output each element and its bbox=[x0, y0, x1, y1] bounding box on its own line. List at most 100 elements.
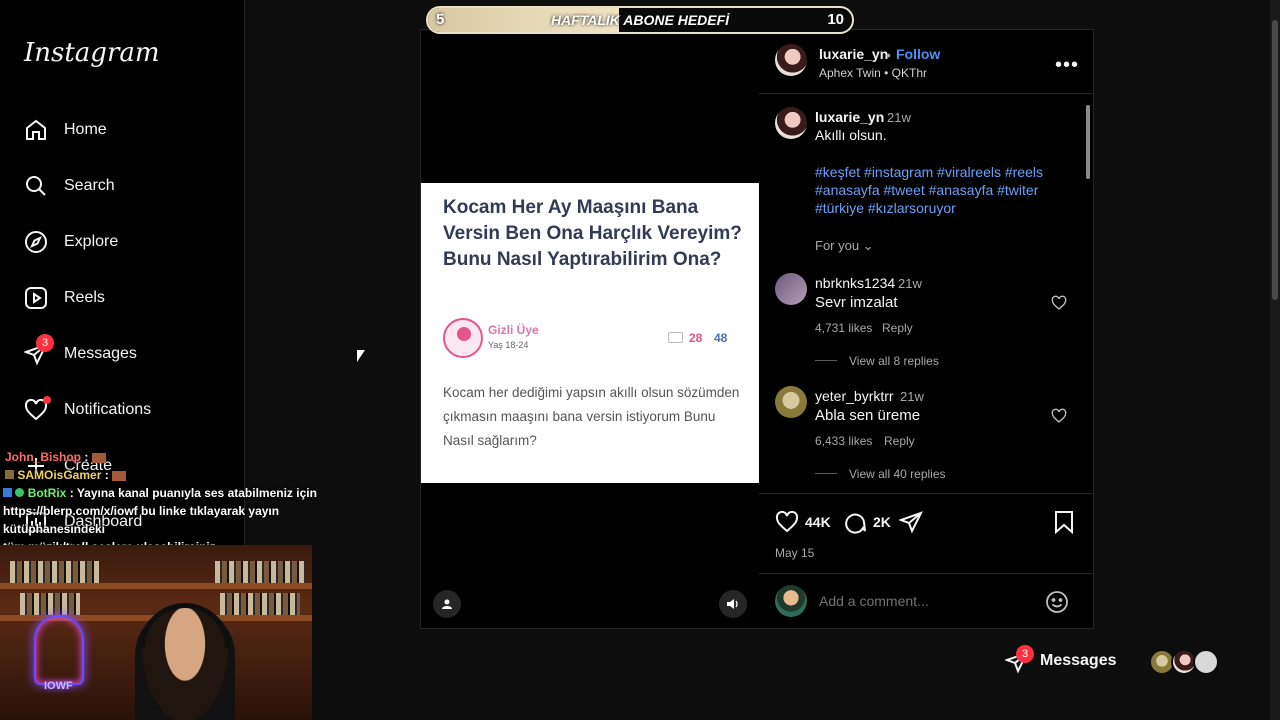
comment-likes[interactable]: 4,731 likes bbox=[815, 321, 872, 335]
post-side-panel: luxarie_yn • Follow Aphex Twin • QKThr •… bbox=[759, 30, 1093, 628]
comment-like-icon[interactable] bbox=[1051, 295, 1067, 311]
frame-body: Kocam her dediğimi yapsın akıllı olsun s… bbox=[443, 385, 740, 448]
my-avatar bbox=[775, 585, 807, 617]
chat-message: : bbox=[84, 450, 89, 464]
view-replies-button[interactable]: View all 8 replies bbox=[849, 354, 939, 368]
emoji-icon[interactable] bbox=[1045, 590, 1069, 614]
chat-username: John_Bishop bbox=[5, 450, 82, 464]
comment-button[interactable]: 2K bbox=[843, 510, 891, 534]
sidebar-item-label: Notifications bbox=[64, 401, 152, 418]
comment-username[interactable]: nbrknks1234 bbox=[815, 275, 895, 291]
add-comment-input[interactable]: Add a comment... bbox=[819, 593, 929, 609]
emote-icon bbox=[112, 470, 127, 481]
comment-avatar[interactable] bbox=[775, 273, 807, 305]
dock-avatar bbox=[1193, 649, 1219, 675]
books bbox=[20, 593, 80, 615]
comments-scrollbar[interactable] bbox=[1085, 97, 1091, 491]
frame-count-comments: 28 bbox=[689, 331, 703, 345]
badge-icon bbox=[5, 470, 14, 479]
sidebar-item-notifications[interactable]: Notifications bbox=[24, 390, 151, 430]
caption-avatar[interactable] bbox=[775, 107, 807, 139]
frame-count-views: 48 bbox=[714, 331, 728, 345]
comments-list: luxarie_yn 21w Akıllı olsun. #keşfet #in… bbox=[759, 95, 1093, 493]
sidebar-item-label: Explore bbox=[64, 233, 119, 250]
for-you-link[interactable]: For you ⌄ bbox=[815, 238, 874, 254]
books bbox=[215, 561, 305, 583]
sidebar-item-label: Messages bbox=[64, 345, 137, 362]
instagram-logo[interactable]: Instagram bbox=[24, 38, 160, 68]
author-avatar[interactable] bbox=[775, 44, 807, 76]
chat-username: SAMOisGamer bbox=[17, 468, 102, 482]
audio-toggle-button[interactable] bbox=[719, 590, 747, 618]
audio-label[interactable]: Aphex Twin • QKThr bbox=[819, 66, 927, 80]
page-scroll-thumb[interactable] bbox=[1272, 20, 1278, 300]
comment-reply-button[interactable]: Reply bbox=[884, 434, 915, 448]
share-icon bbox=[899, 511, 923, 534]
bookmark-icon bbox=[1055, 511, 1073, 534]
sidebar-item-label: Reels bbox=[64, 289, 105, 306]
neon-sign-text: IOWF bbox=[44, 680, 73, 692]
sidebar-item-label: Search bbox=[64, 177, 115, 194]
emote-icon bbox=[91, 452, 106, 463]
sidebar-item-label: Home bbox=[64, 121, 107, 138]
headset bbox=[140, 603, 230, 648]
sidebar-item-explore[interactable]: Explore bbox=[24, 222, 118, 262]
follow-button[interactable]: Follow bbox=[896, 46, 940, 62]
video-frame: Kocam Her Ay Maaşını Bana Versin Ben Ona… bbox=[421, 183, 759, 483]
comment-text: Abla sen üreme bbox=[815, 407, 921, 424]
messages-dock-label: Messages bbox=[1040, 652, 1117, 669]
comment-username[interactable]: yeter_byrktrr bbox=[815, 388, 894, 404]
sidebar-item-reels[interactable]: Reels bbox=[24, 278, 105, 318]
play-icon[interactable] bbox=[561, 290, 621, 354]
search-icon bbox=[26, 176, 46, 196]
comment-avatar[interactable] bbox=[775, 386, 807, 418]
notification-dot bbox=[43, 396, 51, 404]
sidebar-item-search[interactable]: Search bbox=[24, 166, 115, 206]
like-button[interactable]: 44K bbox=[775, 510, 831, 534]
verified-badge-icon bbox=[15, 488, 25, 497]
chat-message: https://blerp.com/x/iowf bu linke tıklay… bbox=[3, 504, 280, 536]
caption-username[interactable]: luxarie_yn bbox=[815, 109, 884, 125]
frame-poster-name: Gizli Üye bbox=[488, 323, 539, 337]
replies-divider bbox=[815, 360, 837, 361]
save-button[interactable] bbox=[1053, 510, 1075, 534]
comment-like-icon[interactable] bbox=[1051, 408, 1067, 424]
goal-start-value: 5 bbox=[436, 11, 445, 28]
comment-reply-button[interactable]: Reply bbox=[882, 321, 913, 335]
caption-hashtags[interactable]: #keşfet #instagram #viralreels #reels #a… bbox=[815, 163, 1055, 217]
chat-message: : bbox=[104, 468, 109, 482]
reel-video[interactable]: Kocam Her Ay Maaşını Bana Versin Ben Ona… bbox=[421, 30, 759, 628]
chat-line: SAMOisGamer : bbox=[0, 466, 370, 484]
sidebar-item-messages[interactable]: 3 Messages bbox=[24, 334, 137, 374]
view-replies-button[interactable]: View all 40 replies bbox=[849, 467, 946, 481]
comments-scroll-thumb[interactable] bbox=[1086, 105, 1090, 179]
share-button[interactable] bbox=[899, 510, 923, 534]
messages-dock[interactable]: 3 Messages bbox=[995, 640, 1230, 684]
frame-title: Kocam Her Ay Maaşını Bana Versin Ben Ona… bbox=[443, 197, 742, 270]
comment-icon bbox=[845, 513, 866, 534]
chat-line: BotRix : Yayına kanal puanıyla ses atabi… bbox=[0, 484, 370, 502]
chat-message: : Yayına kanal puanıyla ses atabilmeniz … bbox=[69, 486, 317, 500]
comment-count: 2K bbox=[873, 514, 891, 530]
home-icon bbox=[26, 119, 46, 140]
books bbox=[220, 593, 300, 615]
like-count: 44K bbox=[805, 514, 831, 530]
more-options-icon[interactable]: ••• bbox=[1055, 54, 1079, 77]
page-scrollbar[interactable] bbox=[1270, 0, 1280, 720]
tagged-user-button[interactable] bbox=[433, 590, 461, 618]
shelf bbox=[0, 583, 312, 589]
comment-likes[interactable]: 6,433 likes bbox=[815, 434, 872, 448]
neon-sign bbox=[34, 615, 84, 685]
author-username[interactable]: luxarie_yn bbox=[819, 46, 888, 62]
heart-icon bbox=[775, 510, 799, 533]
add-comment-bar: Add a comment... bbox=[759, 573, 1093, 628]
post-date: May 15 bbox=[775, 546, 815, 560]
user-icon bbox=[442, 599, 452, 609]
bot-badge-icon bbox=[3, 488, 12, 497]
chat-username: BotRix bbox=[27, 486, 67, 500]
stream-chat-overlay: John_Bishop : SAMOisGamer : BotRix : Yay… bbox=[0, 448, 370, 556]
goal-title: HAFTALIK ABONE HEDEFİ bbox=[550, 12, 730, 28]
chat-line: https://blerp.com/x/iowf bu linke tıklay… bbox=[0, 502, 370, 538]
frame-avatar bbox=[443, 318, 483, 358]
sidebar-item-home[interactable]: Home bbox=[24, 110, 107, 150]
